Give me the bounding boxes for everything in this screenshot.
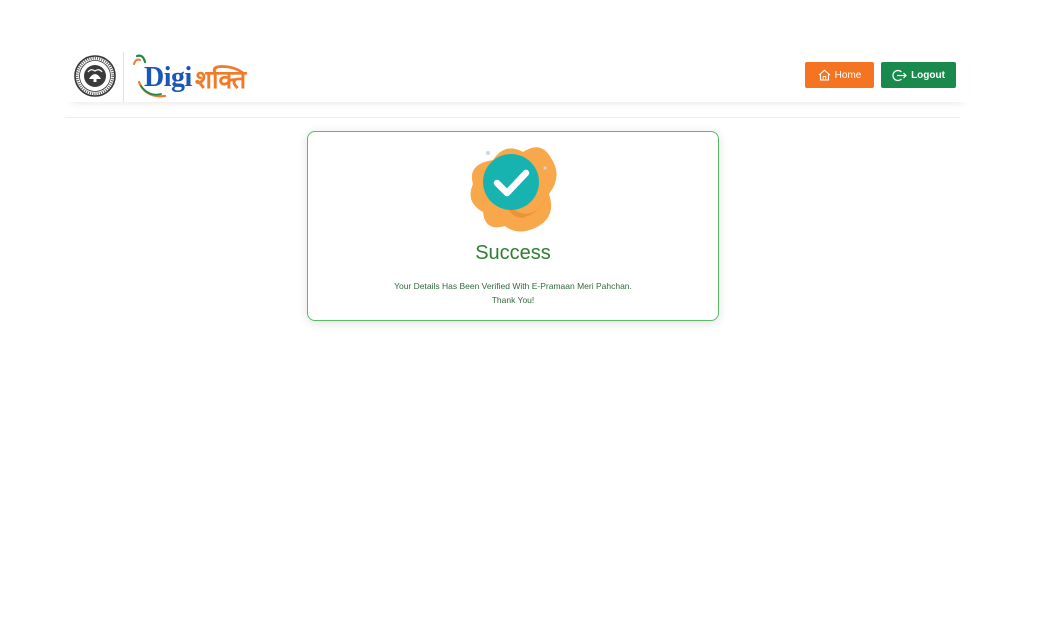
header-divider (65, 117, 960, 118)
digishakti-logo[interactable]: Digi शक्ति (131, 52, 261, 102)
home-button-label: Home (834, 69, 862, 81)
brand-name-latin: Digi (144, 62, 192, 93)
home-icon (818, 69, 831, 81)
logout-icon (892, 69, 907, 81)
check-circle-icon (470, 147, 557, 232)
success-card: Success Your Details Has Been Verified W… (307, 131, 719, 321)
brand-name-devanagari: शक्ति (195, 65, 247, 94)
logout-button-label: Logout (911, 69, 945, 81)
home-button[interactable]: Home (805, 62, 874, 88)
logout-button[interactable]: Logout (881, 62, 956, 88)
state-emblem-icon (74, 55, 116, 97)
success-message: Your Details Has Been Verified With E-Pr… (308, 279, 718, 307)
success-title: Success (475, 242, 551, 264)
logo-divider (123, 52, 124, 102)
success-message-line-2: Thank You! (491, 295, 535, 305)
success-message-line-1: Your Details Has Been Verified With E-Pr… (394, 281, 632, 291)
